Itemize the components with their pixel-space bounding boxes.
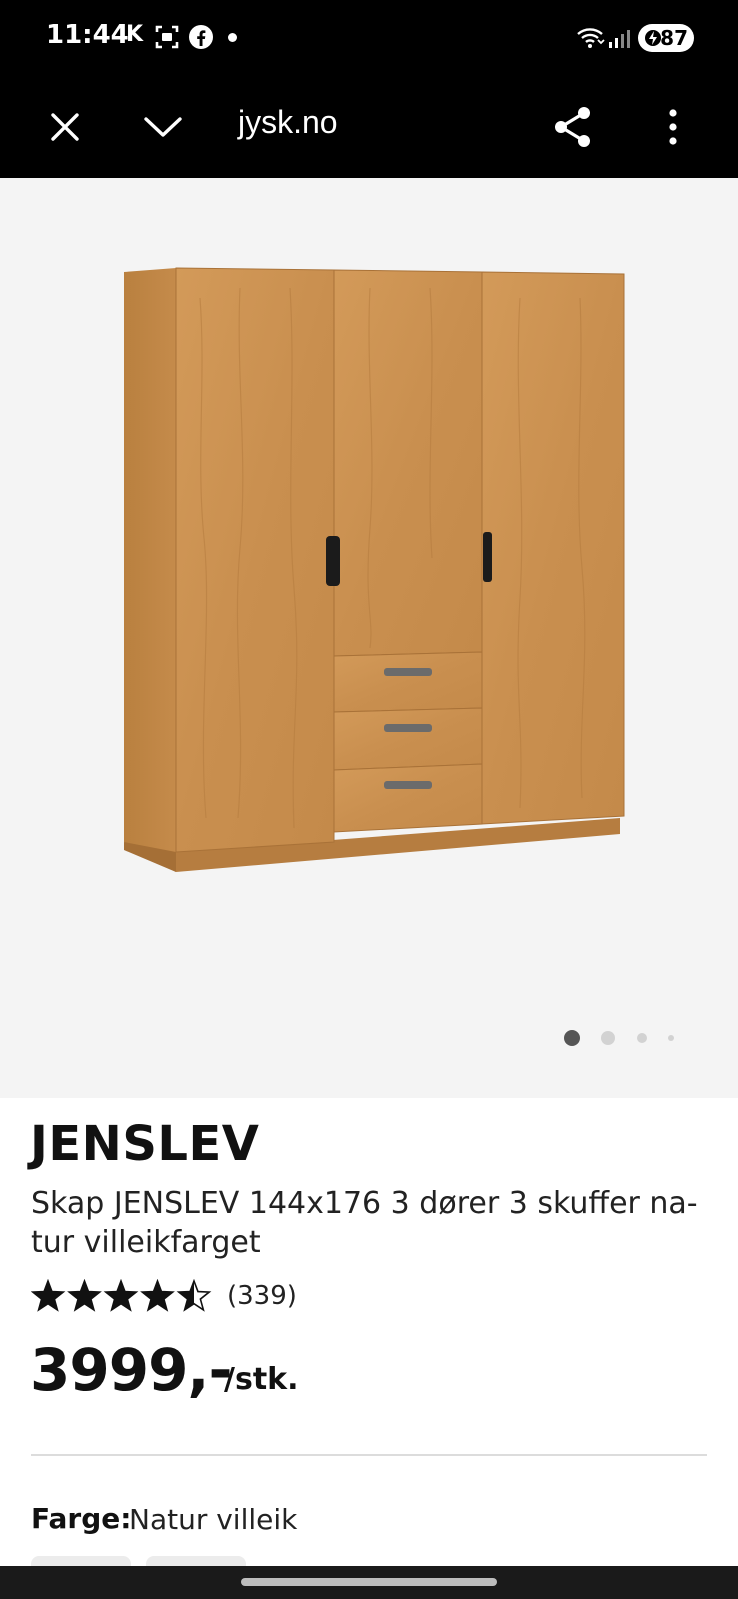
- carousel-dot[interactable]: [668, 1035, 674, 1041]
- product-image-carousel[interactable]: [0, 178, 738, 1098]
- collapse-button[interactable]: [136, 100, 190, 154]
- battery-icon: 87: [638, 24, 694, 52]
- signal-icon: [608, 28, 630, 53]
- carousel-dot-active[interactable]: [564, 1030, 580, 1046]
- notification-dot: [228, 33, 237, 42]
- divider: [31, 1454, 707, 1456]
- star-icon: [32, 1281, 64, 1310]
- wifi-icon: [576, 26, 606, 55]
- status-time: 11:44: [46, 20, 129, 50]
- share-button[interactable]: [546, 100, 600, 154]
- close-button[interactable]: [38, 100, 92, 154]
- star-rating-icons: [31, 1279, 212, 1312]
- screenshot-icon: [154, 24, 180, 55]
- price-unit: /stk.: [224, 1362, 299, 1397]
- battery-level: 87: [660, 26, 688, 50]
- carousel-dot[interactable]: [601, 1031, 615, 1045]
- color-swatch[interactable]: [31, 1556, 131, 1566]
- share-icon: [555, 107, 590, 147]
- page-url[interactable]: jysk.no: [238, 104, 338, 141]
- close-icon: [51, 113, 79, 141]
- system-navigation-bar: [0, 1566, 738, 1599]
- rating-count: (339): [227, 1281, 297, 1311]
- chevron-down-icon: [144, 117, 182, 137]
- product-price: 3999,-: [30, 1336, 233, 1404]
- carousel-dot[interactable]: [637, 1033, 647, 1043]
- color-swatch[interactable]: [146, 1556, 246, 1566]
- rating-stars[interactable]: (339): [31, 1278, 297, 1314]
- star-icon: [142, 1281, 173, 1310]
- browser-toolbar: jysk.no: [0, 76, 738, 178]
- product-brand: JENSLEV: [30, 1116, 260, 1172]
- carrier-letter: K: [126, 22, 144, 47]
- home-gesture-handle[interactable]: [241, 1578, 497, 1586]
- more-options-button[interactable]: [646, 100, 700, 154]
- color-label: Farge:: [31, 1502, 132, 1535]
- product-title: Skap JENSLEV 144x176 3 dører 3 skuffer n…: [31, 1186, 698, 1260]
- star-icon: [105, 1281, 137, 1310]
- facebook-icon: [188, 24, 214, 55]
- color-value: Natur villeik: [129, 1503, 298, 1536]
- product-image-wardrobe: [124, 267, 625, 872]
- star-icon: [69, 1281, 100, 1310]
- status-bar: 11:44 K 87: [0, 0, 738, 76]
- more-vert-icon: [669, 109, 677, 145]
